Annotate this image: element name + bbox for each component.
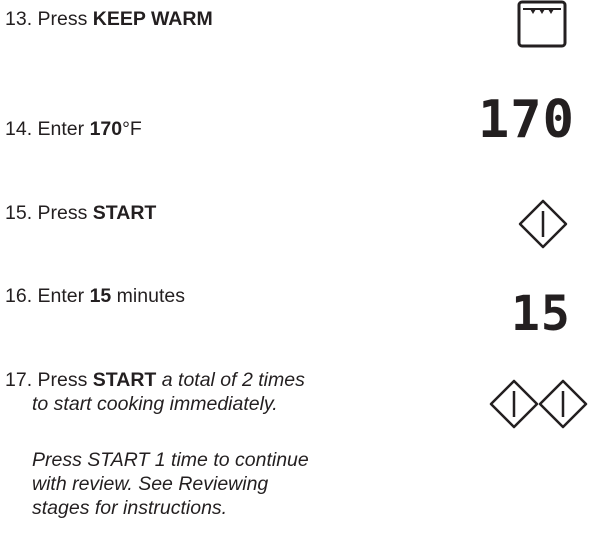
step-14-text: 14. Enter: [5, 118, 90, 140]
step-17-text: 17. Press: [5, 369, 93, 391]
start-icon: [488, 378, 540, 430]
step-17-italic-2: to start cooking immediately.: [32, 393, 278, 415]
step-15-button-name: START: [92, 202, 157, 224]
step-17-button-name: START: [92, 369, 157, 391]
step-17-note-line-1: Press START 1 time to continue: [32, 449, 309, 471]
step-17-line-1: 17. Press START a total of 2 times: [5, 368, 305, 392]
step-13-text: 13. Press: [5, 8, 93, 30]
step-14-unit: °F: [122, 118, 142, 140]
step-16-value: 15: [89, 285, 112, 307]
minutes-display: 15: [511, 286, 571, 342]
step-15-text: 15. Press: [5, 202, 93, 224]
step-16-text: 16. Enter: [5, 285, 90, 307]
step-14: 14. Enter 170°F: [5, 117, 142, 141]
step-16: 16. Enter 15 minutes: [5, 284, 185, 308]
start-icon: [537, 378, 589, 430]
step-16-unit: minutes: [111, 285, 185, 307]
start-icon: [517, 198, 569, 250]
step-17-note: Press START 1 time to continue with revi…: [5, 448, 309, 520]
step-15: 15. Press START: [5, 201, 156, 225]
temperature-display: 170: [478, 90, 575, 150]
step-14-value: 170: [89, 118, 123, 140]
step-17-italic-1: a total of 2 times: [156, 369, 305, 391]
step-17: 17. Press START a total of 2 times to st…: [5, 368, 305, 416]
step-13: 13. Press KEEP WARM: [5, 7, 213, 31]
step-13-button-name: KEEP WARM: [92, 8, 213, 30]
step-17-note-line-3: stages for instructions.: [32, 497, 228, 519]
step-17-note-line-2: with review. See Reviewing: [32, 473, 269, 495]
step-17-line-2: to start cooking immediately.: [5, 392, 305, 416]
keep-warm-oven-icon: [517, 0, 567, 48]
